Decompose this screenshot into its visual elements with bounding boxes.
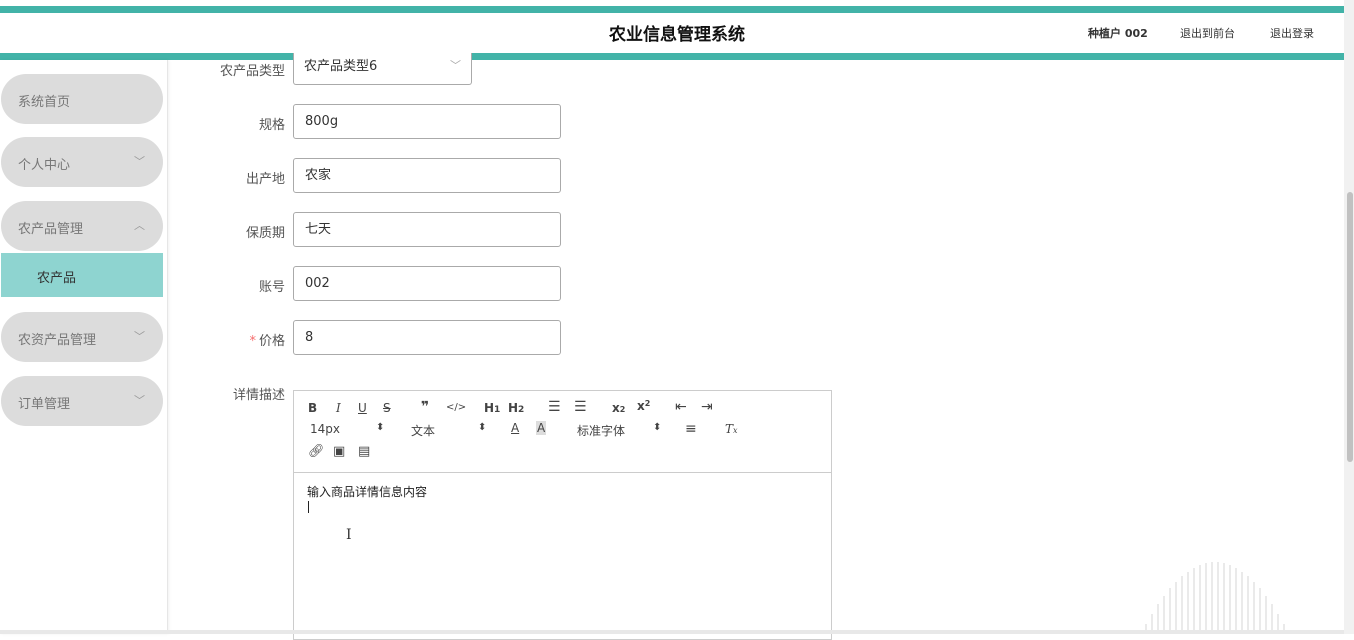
bold-icon[interactable]: B — [308, 401, 317, 415]
font-size-select[interactable]: 14px — [310, 422, 340, 436]
chevron-down-icon: ﹀ — [134, 330, 145, 343]
subscript-icon[interactable]: x2 — [612, 401, 625, 415]
sidebar-item-home[interactable]: 系统首页 — [1, 74, 163, 124]
decorative-pattern — [1145, 562, 1285, 634]
user-name: 种植户 002 — [1088, 27, 1148, 40]
background-color-icon[interactable]: A — [536, 421, 547, 435]
chevron-updown-icon: ⬍ — [653, 422, 662, 433]
text-style-select[interactable]: 文本 — [411, 422, 435, 439]
sidebar-subitem-products[interactable]: 农产品 — [1, 253, 163, 297]
spec-input[interactable]: 800g — [293, 104, 561, 139]
account-label: 账号 — [258, 280, 285, 295]
price-input[interactable]: 8 — [293, 320, 561, 355]
chevron-up-icon: ︿ — [134, 219, 145, 232]
clear-format-icon[interactable]: Tx — [725, 422, 738, 436]
origin-input[interactable]: 农家 — [293, 158, 561, 193]
go-front-link[interactable]: 退出到前台 — [1180, 25, 1235, 41]
page-title: 农业信息管理系统 — [609, 25, 745, 45]
text-cursor-icon: I — [346, 527, 352, 543]
price-label: * 价格 — [165, 330, 285, 349]
underline-icon[interactable]: U — [358, 401, 367, 415]
origin-label: 出产地 — [245, 172, 285, 187]
sidebar-item-label: 订单管理 — [18, 397, 71, 412]
superscript-icon[interactable]: x2 — [637, 399, 650, 413]
chevron-down-icon: ﹀ — [134, 155, 145, 168]
font-color-icon[interactable]: A — [511, 421, 519, 435]
type-select-value: 农产品类型6 — [304, 59, 378, 74]
spec-label: 规格 — [258, 118, 285, 133]
bullet-list-icon[interactable]: ☰ — [574, 399, 587, 415]
link-icon[interactable]: 🔗︎ — [308, 444, 325, 459]
header-bottom-border — [0, 53, 1344, 60]
italic-icon[interactable]: I — [336, 401, 341, 415]
type-select[interactable]: 农产品类型6 ﹀ — [293, 53, 472, 85]
type-label: 农产品类型 — [219, 64, 285, 79]
code-block-icon[interactable]: </> — [446, 402, 466, 413]
font-family-select[interactable]: 标准字体 — [577, 422, 625, 439]
sidebar-item-label: 个人中心 — [18, 158, 71, 173]
sidebar-item-personal-center[interactable]: 个人中心 ﹀ — [1, 137, 163, 187]
sidebar-item-order-management[interactable]: 订单管理 ﹀ — [1, 376, 163, 426]
strike-icon[interactable]: S — [383, 401, 391, 415]
chevron-updown-icon: ⬍ — [376, 422, 385, 433]
text-caret — [308, 501, 309, 513]
detail-label: 详情描述 — [232, 388, 285, 403]
bottom-bar — [0, 630, 1344, 634]
required-mark: * — [249, 334, 256, 349]
image-icon[interactable]: ▣ — [333, 444, 345, 459]
logout-link[interactable]: 退出登录 — [1270, 25, 1314, 41]
sidebar-item-label: 农资产品管理 — [18, 333, 97, 348]
chevron-down-icon: ﹀ — [134, 394, 145, 407]
header-1-icon[interactable]: H1 — [484, 401, 500, 415]
rich-text-editor[interactable]: B I U S ❞ </> H1 H2 ☰ ☰ x2 x2 ⇤ ⇥ 14px ⬍… — [293, 390, 832, 640]
chevron-updown-icon: ⬍ — [478, 422, 487, 433]
sidebar-item-supplies-management[interactable]: 农资产品管理 ﹀ — [1, 312, 163, 362]
blockquote-icon[interactable]: ❞ — [421, 399, 429, 415]
ordered-list-icon[interactable]: ☰ — [548, 399, 561, 415]
indent-icon[interactable]: ⇥ — [701, 399, 713, 415]
shelf-life-label: 保质期 — [245, 226, 285, 241]
header-top-border — [0, 6, 1344, 13]
sidebar-subitem-label: 农产品 — [37, 271, 77, 286]
editor-toolbar: B I U S ❞ </> H1 H2 ☰ ☰ x2 x2 ⇤ ⇥ 14px ⬍… — [294, 391, 831, 473]
sidebar-item-label: 系统首页 — [18, 95, 71, 110]
sidebar-item-label: 农产品管理 — [18, 222, 84, 237]
video-icon[interactable]: ▤ — [358, 444, 370, 459]
account-input[interactable]: 002 — [293, 266, 561, 301]
editor-content[interactable]: 输入商品详情信息内容 — [307, 483, 427, 500]
sidebar-item-product-management[interactable]: 农产品管理 ︿ — [1, 201, 163, 251]
shelf-life-input[interactable]: 七天 — [293, 212, 561, 247]
price-label-text: 价格 — [258, 334, 285, 349]
scrollbar-thumb[interactable] — [1347, 192, 1353, 462]
align-icon[interactable]: ≡ — [685, 421, 697, 437]
header-2-icon[interactable]: H2 — [508, 401, 524, 415]
chevron-down-icon: ﹀ — [450, 59, 461, 72]
outdent-icon[interactable]: ⇤ — [675, 399, 687, 415]
